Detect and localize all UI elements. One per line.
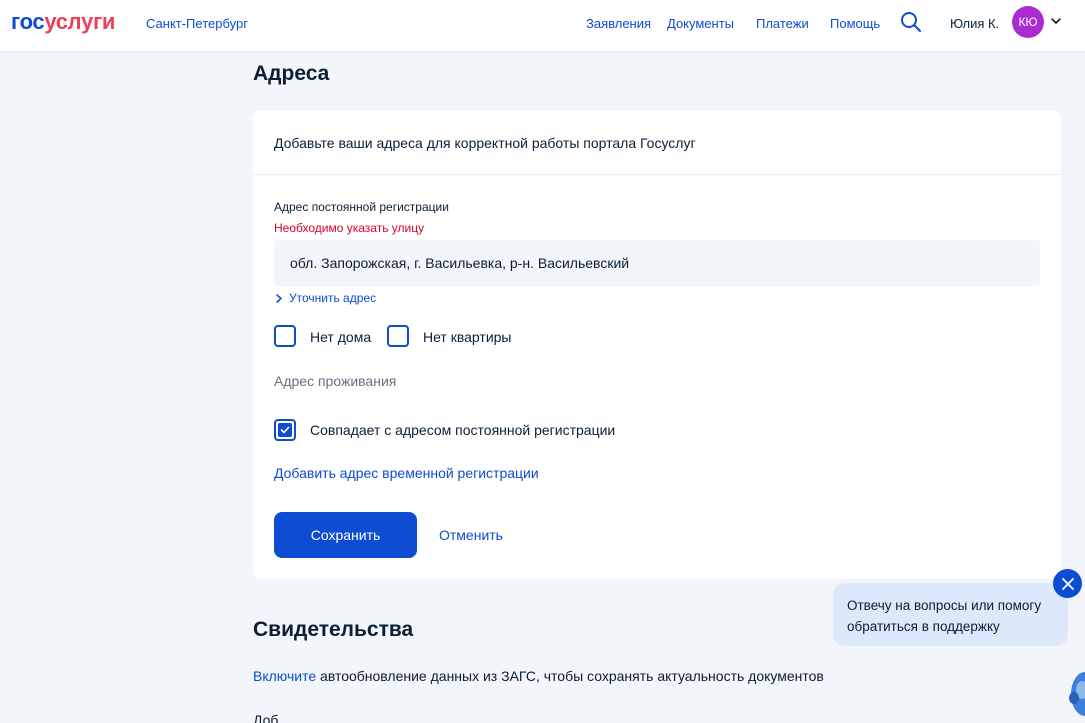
- certificates-description: Включите автообновление данных из ЗАГС, …: [253, 668, 824, 684]
- top-header: госуслуги Санкт-Петербург Заявления Доку…: [0, 0, 1085, 52]
- nav-applications[interactable]: Заявления: [586, 16, 651, 31]
- cancel-button[interactable]: Отменить: [439, 527, 503, 543]
- residence-address-label: Адрес проживания: [274, 373, 397, 389]
- no-apartment-checkbox[interactable]: [387, 325, 409, 347]
- chat-close-button[interactable]: [1053, 569, 1082, 598]
- certificates-title: Свидетельства: [253, 618, 414, 641]
- region-selector[interactable]: Санкт-Петербург: [146, 16, 248, 31]
- nav-documents[interactable]: Документы: [667, 16, 734, 31]
- addresses-card: Добавьте ваши адреса для корректной рабо…: [253, 110, 1061, 579]
- chevron-right-icon: [276, 293, 282, 303]
- refine-address-label: Уточнить адрес: [289, 291, 377, 305]
- same-as-registration-checkbox[interactable]: [274, 419, 296, 441]
- no-apartment-label[interactable]: Нет квартиры: [423, 329, 511, 345]
- nav-help[interactable]: Помощь: [830, 16, 880, 31]
- save-button[interactable]: Сохранить: [274, 512, 417, 558]
- logo-part-2: услуги: [44, 9, 116, 34]
- gosuslugi-logo[interactable]: госуслуги: [11, 9, 115, 35]
- registration-address-input[interactable]: [274, 240, 1040, 286]
- no-house-label[interactable]: Нет дома: [310, 329, 371, 345]
- assistant-robot-icon[interactable]: [1066, 664, 1085, 723]
- avatar[interactable]: КЮ: [1012, 6, 1044, 38]
- registration-address-label: Адрес постоянной регистрации: [274, 200, 449, 214]
- checkmark-icon: [280, 426, 290, 434]
- chevron-down-icon[interactable]: [1050, 15, 1062, 27]
- add-temporary-address-link[interactable]: Добавить адрес временной регистрации: [274, 465, 539, 481]
- checkbox-fill: [278, 423, 292, 437]
- logo-part-1: гос: [11, 9, 45, 34]
- page-title: Адреса: [253, 62, 330, 85]
- registration-error-text: Необходимо указать улицу: [274, 221, 425, 235]
- chat-bubble[interactable]: Отвечу на вопросы или помогу обратиться …: [833, 583, 1068, 646]
- card-intro-text: Добавьте ваши адреса для корректной рабо…: [274, 135, 696, 151]
- enable-autoupdate-link[interactable]: Включите: [253, 668, 316, 684]
- no-house-checkbox[interactable]: [274, 325, 296, 347]
- refine-address-link[interactable]: Уточнить адрес: [274, 291, 376, 305]
- divider: [253, 174, 1061, 175]
- user-name[interactable]: Юлия К.: [950, 16, 999, 31]
- same-as-registration-label[interactable]: Совпадает с адресом постоянной регистрац…: [310, 422, 615, 438]
- search-icon[interactable]: [900, 11, 922, 33]
- close-icon: [1061, 577, 1074, 590]
- nav-payments[interactable]: Платежи: [756, 16, 809, 31]
- add-certificate-partial[interactable]: Доб: [253, 712, 278, 723]
- certificates-text: автообновление данных из ЗАГС, чтобы сох…: [316, 668, 824, 684]
